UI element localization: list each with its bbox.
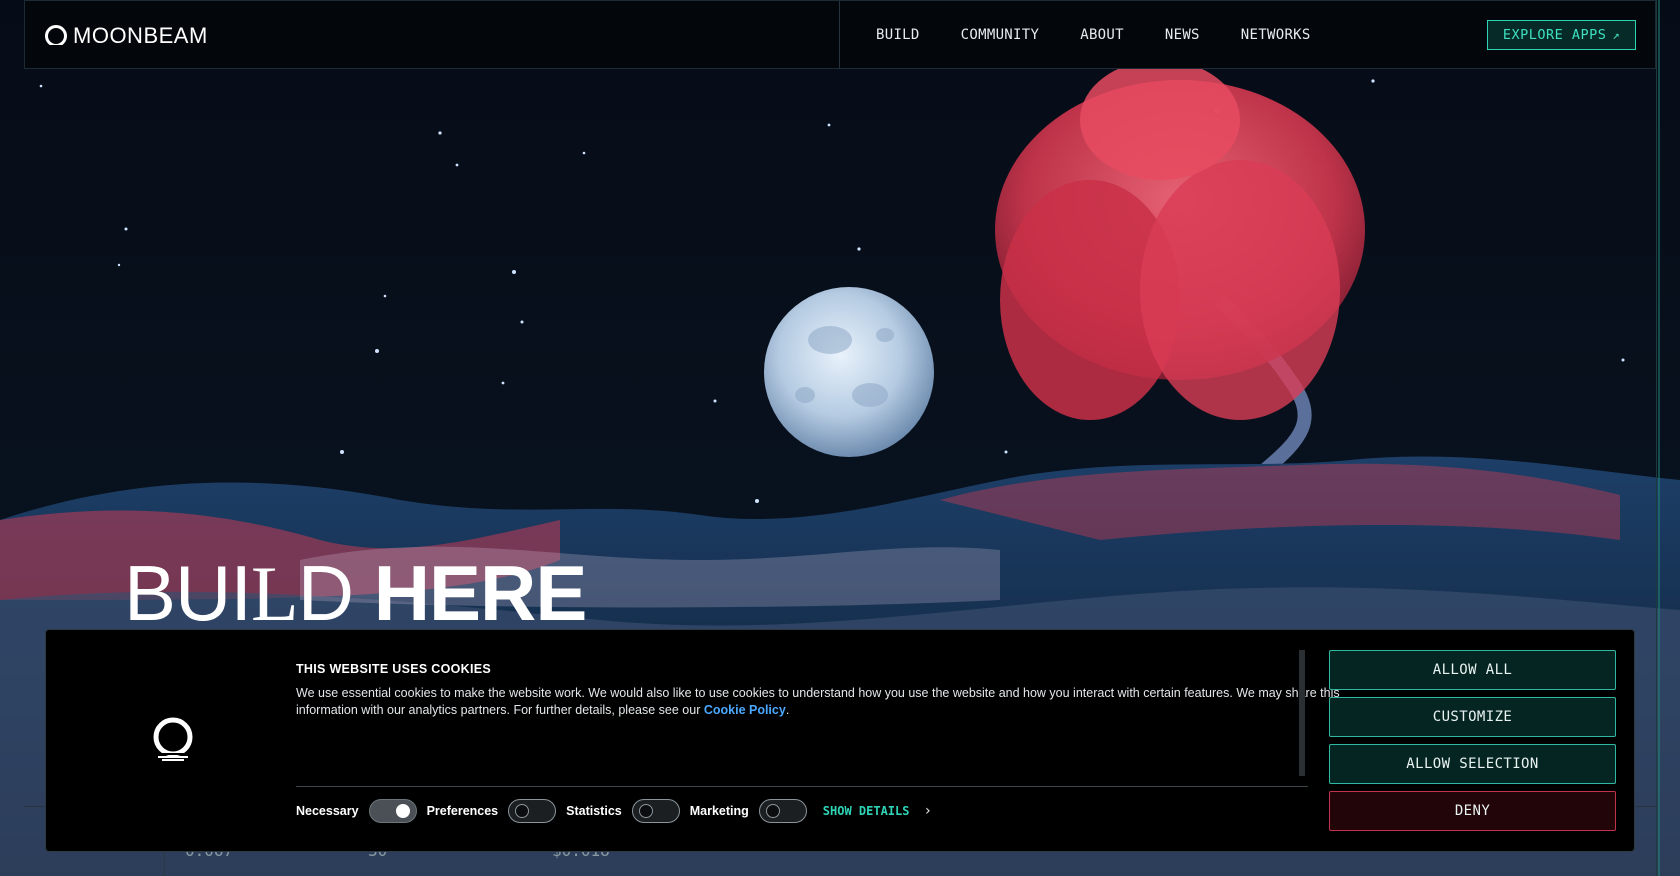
cookie-policy-link[interactable]: Cookie Policy xyxy=(704,703,786,717)
toggle-knob xyxy=(638,804,653,818)
allow-all-button[interactable]: ALLOW ALL xyxy=(1329,650,1616,690)
necessary-toggle[interactable] xyxy=(368,799,417,823)
main-nav: BUILD COMMUNITY ABOUT NEWS NETWORKS xyxy=(876,1,1311,69)
toggle-knob xyxy=(395,804,410,818)
cookie-divider xyxy=(296,786,1308,787)
allow-selection-button[interactable]: ALLOW SELECTION xyxy=(1329,744,1616,784)
hero-title: BUILD HERE xyxy=(124,554,587,633)
cookie-text-scrollbar[interactable] xyxy=(1299,650,1305,776)
cookie-text-body: We use essential cookies to make the web… xyxy=(296,686,1340,717)
consent-label-marketing: Marketing xyxy=(689,804,749,818)
deny-button[interactable]: DENY xyxy=(1329,791,1616,831)
edge-accent-glow xyxy=(1658,0,1660,876)
preferences-toggle[interactable] xyxy=(508,799,557,823)
marketing-toggle[interactable] xyxy=(758,799,807,823)
explore-apps-label: EXPLORE APPS xyxy=(1502,27,1607,43)
edge-accent-line xyxy=(1656,0,1657,876)
nav-item-networks[interactable]: NETWORKS xyxy=(1241,27,1311,43)
hero-title-part3: D xyxy=(297,549,374,637)
statistics-toggle[interactable] xyxy=(631,799,680,823)
nav-item-build[interactable]: BUILD xyxy=(876,27,920,43)
hero-title-part4: HERE xyxy=(373,549,588,637)
cookie-banner: THIS WEBSITE USES COOKIES We use essenti… xyxy=(45,629,1635,852)
consent-toggles: Necessary Preferences Statistics Marketi… xyxy=(296,797,932,825)
moonbeam-logo-icon xyxy=(45,25,67,48)
toggle-knob xyxy=(515,804,530,818)
consent-label-statistics: Statistics xyxy=(566,804,622,818)
cookie-text-end: . xyxy=(785,703,790,717)
moonbeam-logo-icon xyxy=(153,717,193,761)
hero-title-part2: L xyxy=(251,550,299,637)
customize-button[interactable]: CUSTOMIZE xyxy=(1329,697,1616,737)
hero-title-part1: BUI xyxy=(124,549,252,637)
page: MOONBEAM BUILD COMMUNITY ABOUT NEWS NETW… xyxy=(0,0,1680,876)
nav-item-community[interactable]: COMMUNITY xyxy=(961,27,1040,43)
chevron-right-icon: › xyxy=(923,803,932,819)
site-header: MOONBEAM BUILD COMMUNITY ABOUT NEWS NETW… xyxy=(24,0,1656,69)
header-divider xyxy=(839,1,840,69)
show-details-label: SHOW DETAILS xyxy=(822,804,910,818)
explore-apps-button[interactable]: EXPLORE APPS ↗ xyxy=(1487,20,1636,50)
arrow-up-right-icon: ↗ xyxy=(1612,28,1621,42)
nav-item-about[interactable]: ABOUT xyxy=(1080,27,1124,43)
logo[interactable]: MOONBEAM xyxy=(45,21,208,51)
consent-label-necessary: Necessary xyxy=(296,804,359,818)
show-details-button[interactable]: SHOW DETAILS › xyxy=(823,803,932,819)
moon xyxy=(764,287,934,457)
cookie-title: THIS WEBSITE USES COOKIES xyxy=(296,662,492,676)
consent-label-preferences: Preferences xyxy=(426,804,499,818)
logo-text: MOONBEAM xyxy=(73,23,208,48)
cookie-description: We use essential cookies to make the web… xyxy=(296,685,1346,719)
nav-item-news[interactable]: NEWS xyxy=(1165,27,1200,43)
toggle-knob xyxy=(765,804,780,818)
red-tree xyxy=(995,60,1365,420)
